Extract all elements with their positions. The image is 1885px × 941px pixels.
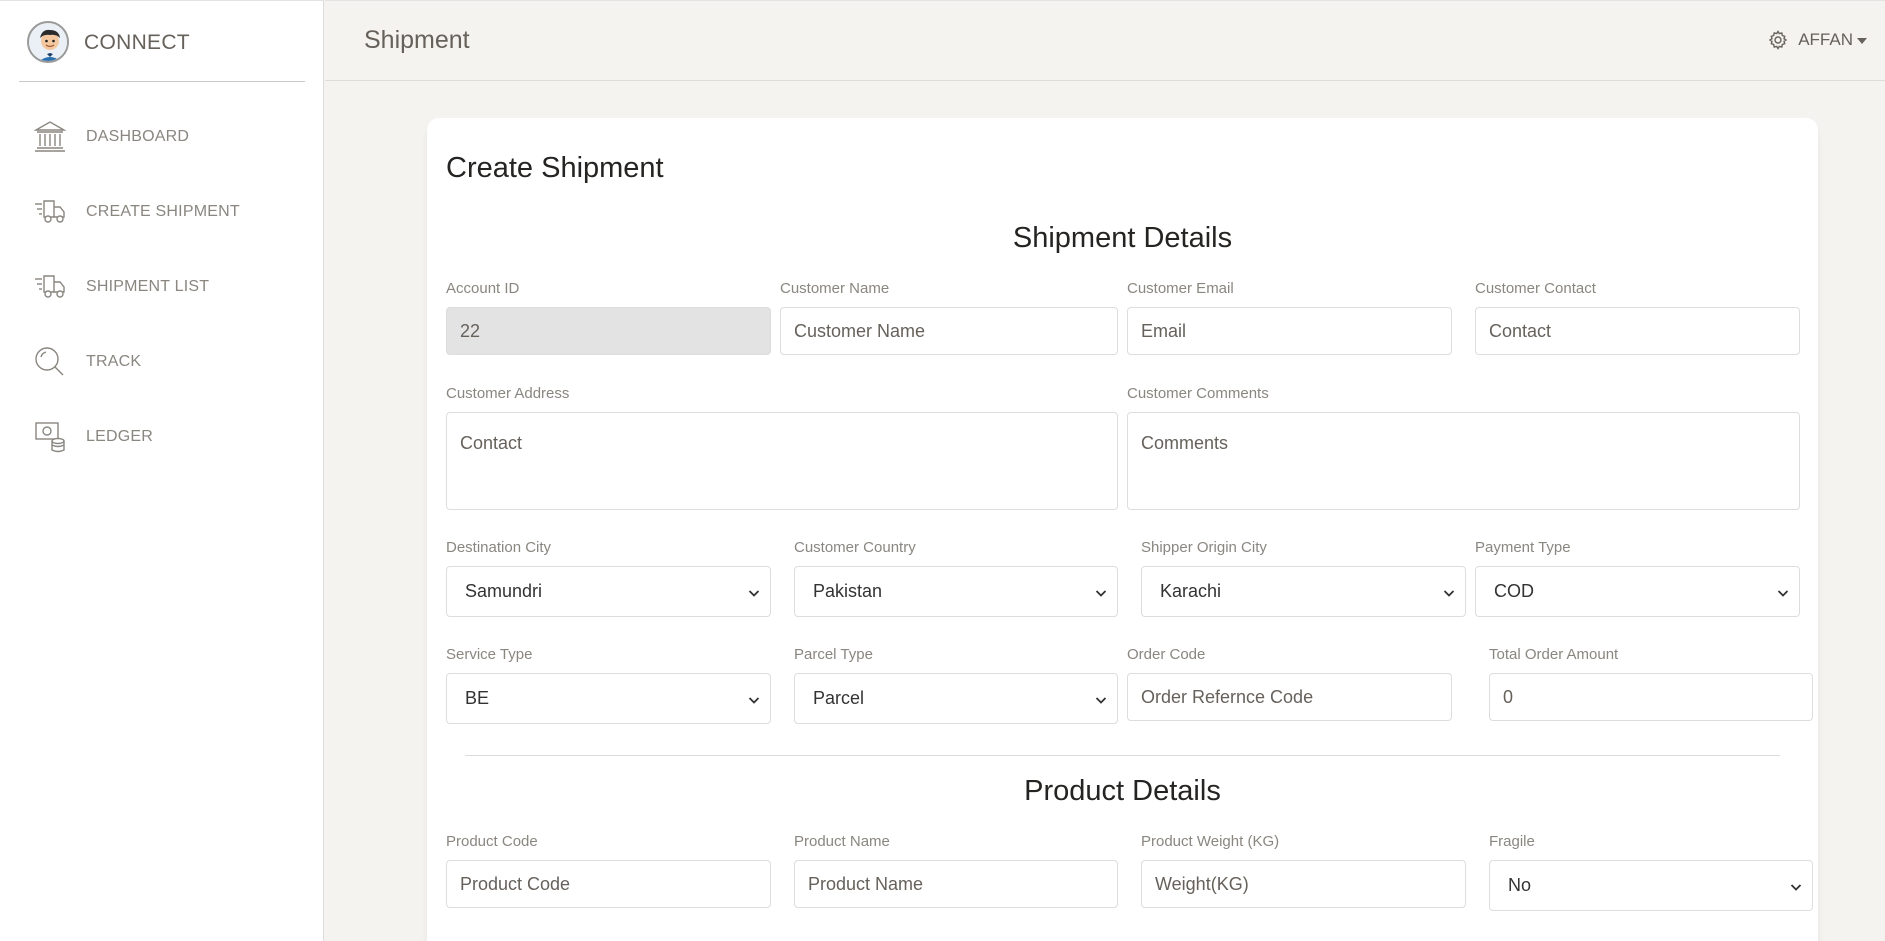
brand-name: CONNECT <box>84 31 190 54</box>
brand[interactable]: CONNECT <box>19 1 305 82</box>
gear-icon <box>1768 30 1788 50</box>
search-icon <box>34 345 66 379</box>
total-order-amount-label: Total Order Amount <box>1489 646 1619 663</box>
create-shipment-card: Create Shipment Shipment Details Account… <box>427 118 1818 941</box>
bank-icon <box>33 120 67 154</box>
caret-down-icon <box>1857 37 1867 44</box>
customer-country-label: Customer Country <box>794 539 916 556</box>
shipment-details-heading: Shipment Details <box>1012 222 1233 254</box>
parcel-type-label: Parcel Type <box>794 646 873 663</box>
sidebar-item-dashboard[interactable]: DASHBOARD <box>33 117 304 157</box>
shipper-origin-city-select[interactable]: Karachi <box>1141 566 1466 617</box>
service-type-label: Service Type <box>446 646 533 663</box>
sidebar-item-label: TRACK <box>86 353 142 370</box>
user-name: AFFAN <box>1798 30 1853 49</box>
customer-address-label: Customer Address <box>446 385 570 402</box>
page-title: Shipment <box>364 26 470 54</box>
product-code-input[interactable] <box>446 860 771 908</box>
destination-city-select[interactable]: Samundri <box>446 566 771 617</box>
customer-email-label: Customer Email <box>1127 280 1234 297</box>
sidebar-item-label: CREATE SHIPMENT <box>86 203 240 220</box>
sidebar-item-create-shipment[interactable]: CREATE SHIPMENT <box>34 192 304 232</box>
card-title: Create Shipment <box>446 152 664 184</box>
fragile-select[interactable]: No <box>1489 860 1813 911</box>
sidebar-item-label: DASHBOARD <box>86 128 190 145</box>
select-value: Karachi <box>1160 581 1222 601</box>
select-value: COD <box>1494 581 1534 601</box>
select-value: Samundri <box>465 581 543 601</box>
customer-name-input[interactable] <box>780 307 1118 355</box>
customer-contact-input[interactable] <box>1475 307 1800 355</box>
select-value: No <box>1508 875 1532 895</box>
payment-type-label: Payment Type <box>1475 539 1571 556</box>
customer-comments-label: Customer Comments <box>1127 385 1269 402</box>
product-name-input[interactable] <box>794 860 1118 908</box>
select-value: Parcel <box>813 688 865 708</box>
fragile-label: Fragile <box>1489 833 1535 850</box>
chevron-down-icon <box>748 586 760 598</box>
delivery-truck-icon <box>34 270 66 304</box>
user-menu-dropdown[interactable]: AFFAN <box>1768 30 1867 50</box>
order-code-label: Order Code <box>1127 646 1206 663</box>
product-weight-input[interactable] <box>1141 860 1466 908</box>
chevron-down-icon <box>1790 880 1802 892</box>
top-navbar: Shipment AFFAN <box>325 0 1885 81</box>
delivery-truck-icon <box>34 195 66 229</box>
select-value: Pakistan <box>813 581 883 601</box>
sidebar-item-label: LEDGER <box>86 428 153 445</box>
customer-country-select[interactable]: Pakistan <box>794 566 1118 617</box>
sidebar-item-label: SHIPMENT LIST <box>86 278 210 295</box>
parcel-type-select[interactable]: Parcel <box>794 673 1118 724</box>
sidebar: CONNECT DASHBOARD CREATE SHIPMENT SHIPME… <box>0 0 324 941</box>
customer-contact-label: Customer Contact <box>1475 280 1596 297</box>
sidebar-item-shipment-list[interactable]: SHIPMENT LIST <box>34 267 304 307</box>
sidebar-item-track[interactable]: TRACK <box>34 342 304 382</box>
account-id-label: Account ID <box>446 280 520 297</box>
product-details-heading: Product Details <box>1024 775 1221 807</box>
destination-city-label: Destination City <box>446 539 552 556</box>
chevron-down-icon <box>1777 586 1789 598</box>
service-type-select[interactable]: BE <box>446 673 771 724</box>
total-order-amount-input[interactable] <box>1489 673 1813 721</box>
money-coins-icon <box>34 420 66 454</box>
customer-email-input[interactable] <box>1127 307 1452 355</box>
product-name-label: Product Name <box>794 833 890 850</box>
payment-type-select[interactable]: COD <box>1475 566 1800 617</box>
customer-comments-textarea[interactable] <box>1127 412 1800 510</box>
chevron-down-icon <box>1095 693 1107 705</box>
sidebar-item-ledger[interactable]: LEDGER <box>34 417 304 457</box>
product-code-label: Product Code <box>446 833 538 850</box>
select-value: BE <box>465 688 490 708</box>
chevron-down-icon <box>1095 586 1107 598</box>
product-weight-label: Product Weight (KG) <box>1141 833 1280 850</box>
order-code-input[interactable] <box>1127 673 1452 721</box>
customer-name-label: Customer Name <box>780 280 890 297</box>
account-id-input <box>446 307 771 355</box>
shipper-origin-city-label: Shipper Origin City <box>1141 539 1267 556</box>
chevron-down-icon <box>748 693 760 705</box>
avatar-logo <box>27 21 69 63</box>
customer-address-textarea[interactable] <box>446 412 1118 510</box>
section-divider <box>465 755 1780 756</box>
chevron-down-icon <box>1443 586 1455 598</box>
